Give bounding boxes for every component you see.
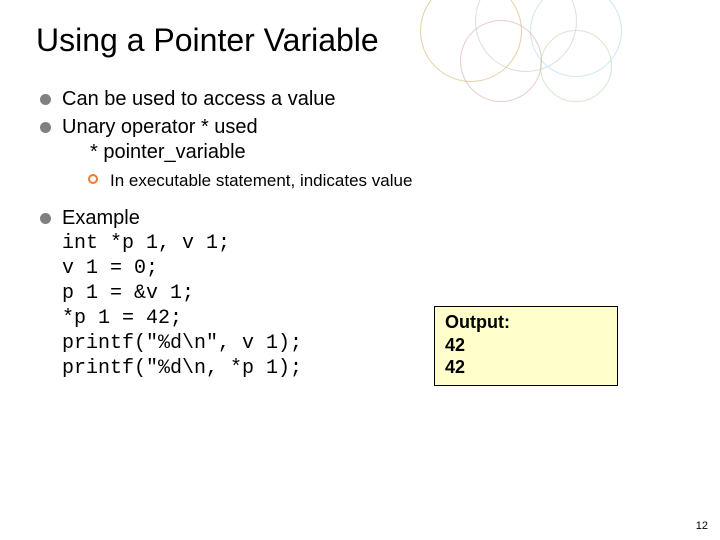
bullet-text: Can be used to access a value	[62, 88, 336, 110]
sub-bullet-text: In executable statement, indicates value	[110, 171, 412, 190]
sub-bullet-item: In executable statement, indicates value	[88, 170, 684, 192]
bullet-subline: * pointer_variable	[62, 140, 684, 166]
bullet-text: Unary operator * used	[62, 116, 258, 138]
output-box: Output: 42 42	[434, 306, 618, 386]
bullet-text: Example	[62, 207, 140, 229]
bullet-item: Unary operator * used * pointer_variable…	[40, 115, 684, 192]
sub-bullet-list: In executable statement, indicates value	[62, 170, 684, 192]
slide: Using a Pointer Variable Can be used to …	[0, 0, 720, 540]
slide-title: Using a Pointer Variable	[36, 22, 684, 59]
bullet-item: Can be used to access a value	[40, 87, 684, 113]
page-number: 12	[696, 520, 708, 532]
